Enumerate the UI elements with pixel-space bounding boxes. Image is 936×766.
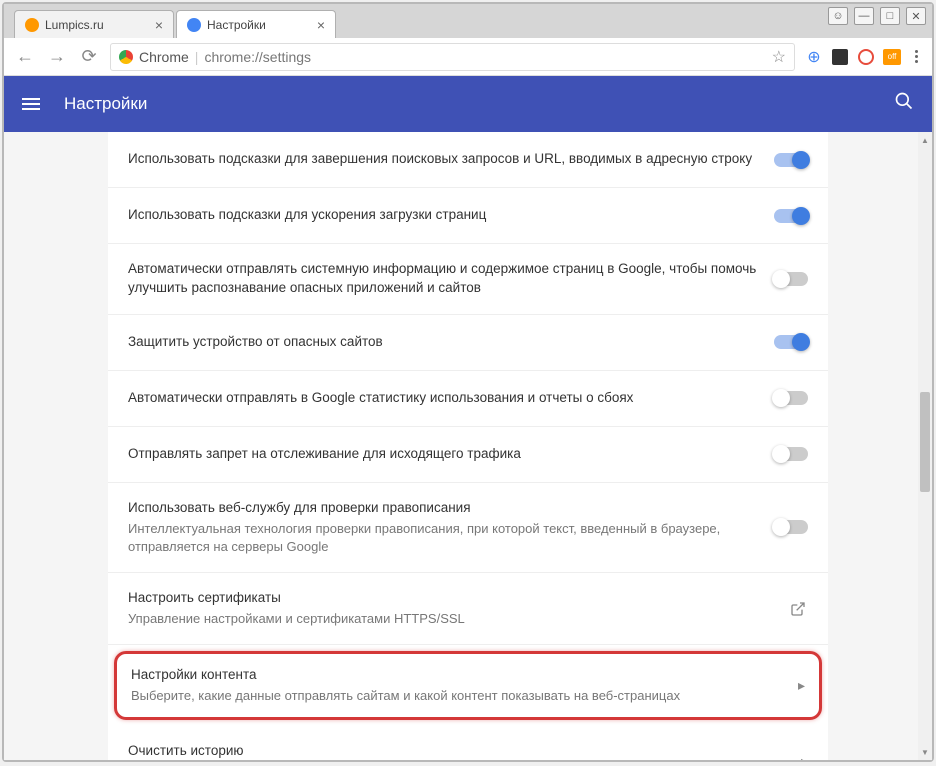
minimize-button[interactable]: —	[854, 7, 874, 25]
user-icon[interactable]: ☺	[828, 7, 848, 25]
chevron-right-icon: ▸	[798, 677, 805, 694]
reload-button[interactable]: ⟳	[78, 46, 100, 68]
scroll-down-arrow[interactable]: ▼	[920, 746, 930, 758]
setting-title: Автоматически отправлять системную инфор…	[128, 260, 758, 298]
search-icon[interactable]	[894, 91, 914, 117]
setting-title: Автоматически отправлять в Google статис…	[128, 389, 758, 408]
setting-clear-history[interactable]: Очистить историю Удалить файлы cookie и …	[108, 726, 828, 760]
browser-menu-button[interactable]	[911, 46, 922, 67]
setting-title: Использовать веб-службу для проверки пра…	[128, 499, 758, 518]
scrollbar[interactable]: ▲ ▼	[918, 132, 932, 760]
tab-lumpics[interactable]: Lumpics.ru ×	[14, 10, 174, 38]
setting-subtitle: Управление настройками и сертификатами H…	[128, 610, 772, 628]
lumpics-favicon	[25, 18, 39, 32]
setting-title: Защитить устройство от опасных сайтов	[128, 333, 758, 352]
address-bar: ← → ⟳ Chrome | chrome://settings ☆ ⊕ off	[4, 38, 932, 76]
setting-title: Очистить историю	[128, 742, 785, 760]
settings-panel: Использовать подсказки для завершения по…	[108, 132, 828, 760]
page-content: Настройки Использовать подсказки для зав…	[4, 76, 932, 760]
close-window-button[interactable]: ✕	[906, 7, 926, 25]
close-icon[interactable]: ×	[317, 17, 325, 33]
external-link-icon	[788, 599, 808, 619]
menu-icon[interactable]	[22, 98, 40, 110]
forward-button[interactable]: →	[46, 46, 68, 68]
maximize-button[interactable]: □	[880, 7, 900, 25]
toggle-switch[interactable]	[774, 447, 808, 461]
close-icon[interactable]: ×	[155, 17, 163, 33]
setting-subtitle: Выберите, какие данные отправлять сайтам…	[131, 687, 782, 705]
setting-spellcheck[interactable]: Использовать веб-службу для проверки пра…	[108, 483, 828, 573]
scroll-up-arrow[interactable]: ▲	[920, 134, 930, 146]
tab-bar: Lumpics.ru × Настройки ×	[4, 4, 932, 38]
setting-autocomplete-suggestions[interactable]: Использовать подсказки для завершения по…	[108, 132, 828, 188]
scrollbar-thumb[interactable]	[920, 392, 930, 492]
settings-favicon	[187, 18, 201, 32]
setting-page-load-suggestions[interactable]: Использовать подсказки для ускорения заг…	[108, 188, 828, 244]
url-input[interactable]: Chrome | chrome://settings ☆	[110, 43, 795, 71]
browser-window: ☺ — □ ✕ Lumpics.ru × Настройки × ← → ⟳ C…	[2, 2, 934, 762]
tab-label: Настройки	[207, 18, 311, 32]
setting-title: Отправлять запрет на отслеживание для ис…	[128, 445, 758, 464]
chevron-right-icon: ▸	[801, 753, 808, 760]
setting-safe-browsing[interactable]: Защитить устройство от опасных сайтов	[108, 315, 828, 371]
setting-do-not-track[interactable]: Отправлять запрет на отслеживание для ис…	[108, 427, 828, 483]
url-divider: |	[195, 49, 199, 65]
setting-certificates[interactable]: Настроить сертификаты Управление настрой…	[108, 573, 828, 645]
tab-settings[interactable]: Настройки ×	[176, 10, 336, 38]
tab-label: Lumpics.ru	[45, 18, 149, 32]
settings-scroll-area: Использовать подсказки для завершения по…	[4, 132, 932, 760]
setting-title: Использовать подсказки для ускорения заг…	[128, 206, 758, 225]
toggle-switch[interactable]	[774, 391, 808, 405]
setting-title: Настроить сертификаты	[128, 589, 772, 608]
back-button[interactable]: ←	[14, 46, 36, 68]
setting-title: Использовать подсказки для завершения по…	[128, 150, 758, 169]
settings-header: Настройки	[4, 76, 932, 132]
opera-icon[interactable]	[857, 48, 875, 66]
setting-title: Настройки контента	[131, 666, 782, 685]
url-origin-label: Chrome	[139, 49, 189, 65]
chrome-icon	[119, 50, 133, 64]
extension-dark-icon[interactable]	[831, 48, 849, 66]
extension-icons: ⊕ off	[805, 48, 901, 66]
setting-subtitle: Интеллектуальная технология проверки пра…	[128, 520, 758, 556]
setting-usage-stats[interactable]: Автоматически отправлять в Google статис…	[108, 371, 828, 427]
window-controls: ☺ — □ ✕	[828, 7, 926, 25]
toggle-switch[interactable]	[774, 520, 808, 534]
toggle-switch[interactable]	[774, 335, 808, 349]
off-badge-icon[interactable]: off	[883, 48, 901, 66]
toggle-switch[interactable]	[774, 209, 808, 223]
toggle-switch[interactable]	[774, 153, 808, 167]
setting-content-settings[interactable]: Настройки контента Выберите, какие данны…	[114, 651, 822, 720]
globe-icon[interactable]: ⊕	[805, 48, 823, 66]
setting-send-system-info[interactable]: Автоматически отправлять системную инфор…	[108, 244, 828, 315]
page-title: Настройки	[64, 94, 870, 114]
bookmark-star-icon[interactable]: ☆	[772, 47, 786, 67]
toggle-switch[interactable]	[774, 272, 808, 286]
url-path: chrome://settings	[204, 49, 311, 65]
